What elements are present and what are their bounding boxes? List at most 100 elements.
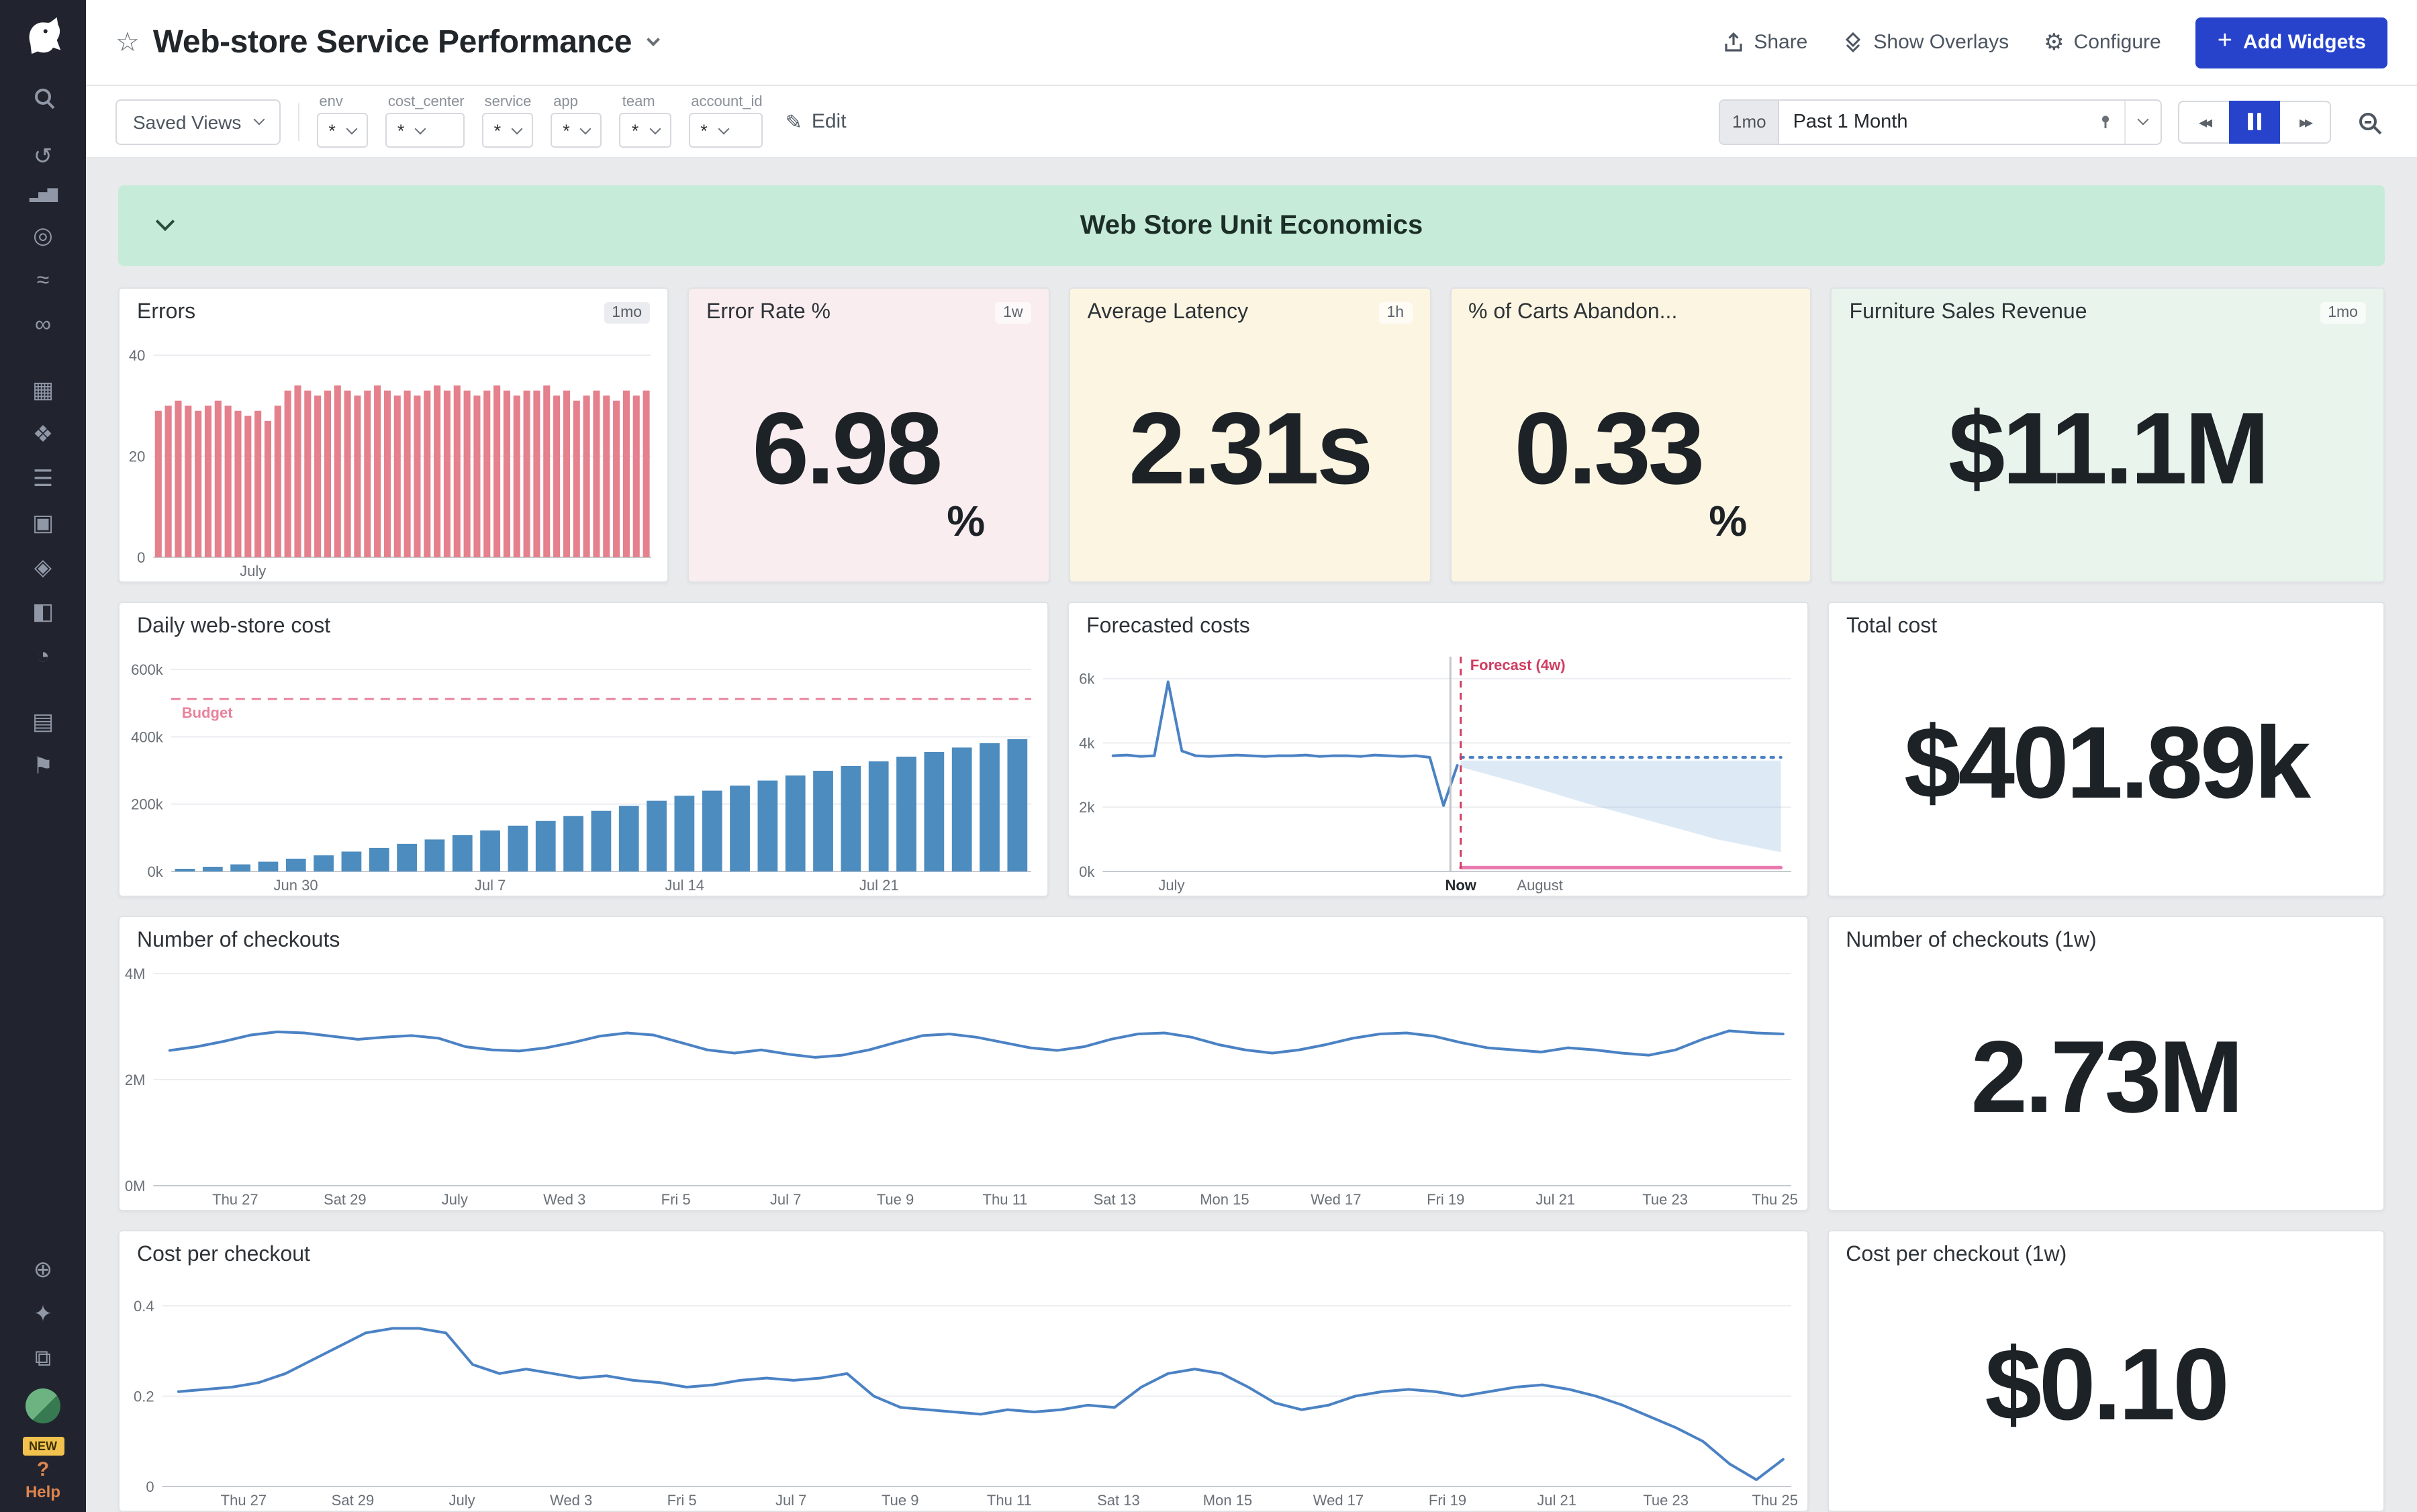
zoom-out-button[interactable] bbox=[2347, 100, 2387, 143]
edit-button[interactable]: ✎ Edit bbox=[786, 109, 847, 134]
template-var-service: service * bbox=[482, 95, 534, 148]
group-banner-unit-economics[interactable]: Web Store Unit Economics bbox=[118, 185, 2385, 266]
checkouts-chart[interactable]: 0M2M4MThu 27Sat 29JulyWed 3Fri 5Jul 7Tue… bbox=[120, 960, 1807, 1210]
svg-text:Thu 27: Thu 27 bbox=[212, 1191, 258, 1208]
logs-icon[interactable]: ☰ bbox=[33, 467, 54, 490]
pause-button[interactable] bbox=[2229, 100, 2280, 143]
apm-icon[interactable]: ◈ bbox=[34, 556, 52, 579]
cost-per-checkout-chart[interactable]: 00.20.4Thu 27Sat 29JulyWed 3Fri 5Jul 7Tu… bbox=[120, 1274, 1807, 1511]
svg-text:July: July bbox=[442, 1191, 468, 1208]
svg-text:Fri 19: Fri 19 bbox=[1429, 1492, 1466, 1509]
toolbar: Saved Views env * cost_center * service … bbox=[86, 86, 2417, 158]
avatar[interactable] bbox=[26, 1388, 60, 1423]
share-button[interactable]: Share bbox=[1723, 31, 1807, 54]
app-dropdown[interactable]: * bbox=[551, 113, 602, 148]
sparkles-icon[interactable]: ✦ bbox=[34, 1303, 53, 1325]
query-value[interactable]: $401.89k bbox=[1829, 646, 2383, 896]
widget-carts-abandoned: % of Carts Abandon... 0.33 % bbox=[1450, 287, 1812, 583]
traces-icon[interactable]: ≈ bbox=[37, 269, 50, 291]
sidebar-nav: ↺ ▂▅▇ ◎ ≈ ∞ ▦ ❖ ☰ ▣ ◈ ◧ ◔ ▤ ⚑ bbox=[0, 86, 86, 1247]
widget-title: Errors bbox=[137, 301, 195, 325]
team-dropdown[interactable]: * bbox=[620, 113, 671, 148]
svg-text:Jul 21: Jul 21 bbox=[1537, 1492, 1576, 1509]
widget-daily-web-store-cost: Daily web-store cost 0k200k400k600kBudge… bbox=[118, 602, 1049, 897]
query-value[interactable]: $11.1M bbox=[1832, 332, 2383, 581]
forecasted-costs-chart[interactable]: 0k2k4k6kForecast (4w)JulyNowAugust bbox=[1069, 646, 1807, 896]
binoculars-icon[interactable]: ∞ bbox=[35, 313, 51, 336]
svg-text:Sat 13: Sat 13 bbox=[1097, 1492, 1140, 1509]
pin-icon[interactable] bbox=[2097, 113, 2114, 130]
account-id-dropdown[interactable]: * bbox=[688, 113, 762, 148]
query-value[interactable]: 6.98 % bbox=[689, 332, 1049, 581]
time-range-badge: 1mo bbox=[1720, 100, 1780, 143]
layers-icon[interactable]: ⧉ bbox=[35, 1347, 51, 1370]
svg-text:July: July bbox=[240, 563, 266, 579]
synthetics-icon[interactable]: ◔ bbox=[36, 645, 50, 667]
notebooks-icon[interactable]: ▤ bbox=[32, 710, 54, 733]
share-icon bbox=[1723, 32, 1744, 53]
timeframe-badge: 1mo bbox=[604, 302, 650, 324]
dashboard-header: ☆ Web-store Service Performance Share Sh… bbox=[86, 0, 2417, 86]
fast-forward-button[interactable]: ▸▸ bbox=[2280, 100, 2331, 143]
widget-row-4: Cost per checkout 00.20.4Thu 27Sat 29Jul… bbox=[118, 1230, 2385, 1512]
help-label[interactable]: Help bbox=[26, 1482, 60, 1501]
datadog-logo-icon bbox=[21, 16, 64, 56]
metrics-icon[interactable]: ▂▅▇ bbox=[30, 189, 56, 203]
plug-icon[interactable]: ⊕ bbox=[34, 1258, 53, 1281]
widget-title: Cost per checkout (1w) bbox=[1846, 1243, 2067, 1268]
svg-text:Now: Now bbox=[1446, 877, 1477, 894]
infrastructure-icon[interactable]: ▦ bbox=[32, 379, 54, 401]
svg-text:Fri 5: Fri 5 bbox=[667, 1492, 697, 1509]
show-overlays-button[interactable]: Show Overlays bbox=[1842, 31, 2009, 54]
network-icon[interactable]: ❖ bbox=[33, 423, 54, 446]
saved-views-label: Saved Views bbox=[133, 111, 241, 132]
svg-text:0k: 0k bbox=[148, 863, 164, 880]
timeframe-badge: 1mo bbox=[2320, 302, 2366, 324]
value: $0.10 bbox=[1985, 1326, 2226, 1443]
search-icon[interactable] bbox=[35, 89, 51, 105]
widget-error-rate: Error Rate % 1w 6.98 % bbox=[688, 287, 1050, 583]
saved-views-dropdown[interactable]: Saved Views bbox=[115, 99, 280, 144]
widget-average-latency: Average Latency 1h 2.31s bbox=[1069, 287, 1431, 583]
svg-text:Tue 23: Tue 23 bbox=[1642, 1191, 1688, 1208]
errors-chart[interactable]: 02040July bbox=[120, 332, 667, 581]
security-icon[interactable]: ◧ bbox=[32, 600, 54, 623]
datadog-logo[interactable] bbox=[21, 16, 64, 56]
history-icon[interactable]: ↺ bbox=[34, 145, 53, 168]
gear-icon: ⚙ bbox=[2044, 31, 2065, 54]
svg-text:0.2: 0.2 bbox=[134, 1388, 154, 1405]
cost-center-dropdown[interactable]: * bbox=[385, 113, 465, 148]
var-label: app bbox=[553, 95, 602, 110]
widget-row-1: Errors 1mo 02040July Error Rate % 1w 6.9… bbox=[118, 287, 2385, 583]
help-icon[interactable]: ? bbox=[37, 1458, 49, 1481]
query-value[interactable]: 2.31s bbox=[1070, 332, 1430, 581]
chevron-down-icon bbox=[718, 123, 729, 134]
daily-cost-chart[interactable]: 0k200k400k600kBudgetJun 30Jul 7Jul 14Jul… bbox=[120, 646, 1047, 896]
page-title: Web-store Service Performance bbox=[153, 23, 632, 61]
query-value[interactable]: $0.10 bbox=[1828, 1274, 2383, 1511]
rewind-button[interactable]: ◂◂ bbox=[2178, 100, 2229, 143]
favorite-star-icon[interactable]: ☆ bbox=[115, 26, 140, 59]
integrations-icon[interactable]: ▣ bbox=[32, 512, 54, 534]
watchdog-icon[interactable]: ◎ bbox=[33, 224, 53, 247]
svg-text:July: July bbox=[1158, 877, 1184, 894]
widget-title: Number of checkouts (1w) bbox=[1846, 929, 2096, 953]
service-dropdown[interactable]: * bbox=[482, 113, 534, 148]
svg-text:Sat 13: Sat 13 bbox=[1094, 1191, 1137, 1208]
title-chevron-down-icon[interactable] bbox=[646, 33, 659, 46]
incidents-icon[interactable]: ⚑ bbox=[33, 755, 54, 777]
query-value[interactable]: 0.33 % bbox=[1451, 332, 1811, 581]
template-var-app: app * bbox=[551, 95, 602, 148]
show-overlays-label: Show Overlays bbox=[1873, 31, 2009, 54]
chevron-down-icon bbox=[2138, 114, 2149, 126]
svg-text:Tue 9: Tue 9 bbox=[882, 1492, 918, 1509]
configure-button[interactable]: ⚙ Configure bbox=[2044, 31, 2161, 54]
time-range-picker[interactable]: 1mo Past 1 Month bbox=[1719, 99, 2162, 144]
svg-text:Jun 30: Jun 30 bbox=[274, 877, 318, 894]
query-value[interactable]: 2.73M bbox=[1828, 960, 2383, 1210]
var-label: service bbox=[485, 95, 534, 110]
svg-text:Thu 25: Thu 25 bbox=[1752, 1191, 1798, 1208]
env-dropdown[interactable]: * bbox=[316, 113, 368, 148]
time-range-chevron[interactable] bbox=[2124, 100, 2161, 143]
add-widgets-button[interactable]: + Add Widgets bbox=[2196, 17, 2387, 68]
